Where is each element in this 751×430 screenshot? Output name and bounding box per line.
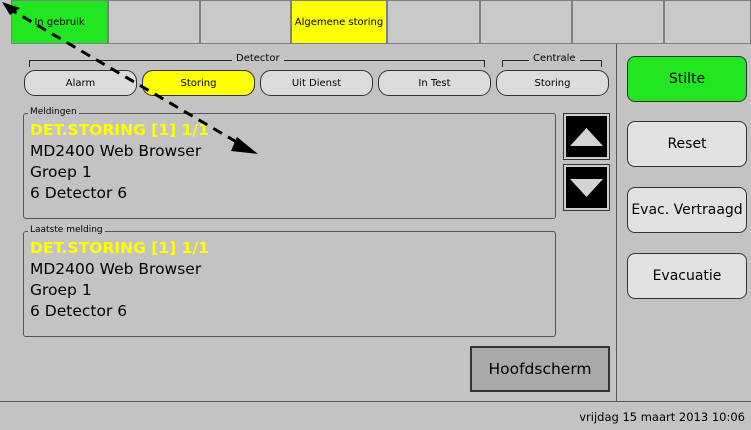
stilte-button[interactable]: Stilte <box>627 56 747 102</box>
evac-vertraagd-button[interactable]: Evac. Vertraagd <box>627 187 747 233</box>
right-column-divider <box>616 44 617 402</box>
evacuatie-button[interactable]: Evacuatie <box>627 253 747 299</box>
footer-divider <box>0 401 751 402</box>
hoofdscherm-button[interactable]: Hoofdscherm <box>470 346 610 392</box>
meldingen-line-2: MD2400 Web Browser <box>30 142 202 160</box>
scroll-up-button[interactable] <box>563 113 610 160</box>
filter-centrale-storing-button[interactable]: Storing <box>496 70 609 96</box>
meldingen-line-4: 6 Detector 6 <box>30 184 128 202</box>
meldingen-line-3: Groep 1 <box>30 163 92 181</box>
status-cell-6 <box>480 0 572 44</box>
laatste-melding-label: Laatste melding <box>28 224 105 236</box>
detector-group-bracket: Detector <box>29 53 485 67</box>
datetime-readout: vrijdag 15 maart 2013 10:06 <box>579 410 745 424</box>
status-cell-2 <box>108 0 200 44</box>
laatste-line-3: Groep 1 <box>30 281 92 299</box>
meldingen-label: Meldingen <box>28 106 79 118</box>
status-cell-7 <box>572 0 664 44</box>
laatste-melding-panel: Laatste melding DET.STORING [1] 1/1 MD24… <box>23 224 556 337</box>
laatste-line-4: 6 Detector 6 <box>30 302 128 320</box>
scroll-down-button[interactable] <box>563 164 610 211</box>
meldingen-line-1: DET.STORING [1] 1/1 <box>30 121 209 139</box>
reset-button[interactable]: Reset <box>627 121 747 167</box>
status-cell-3 <box>200 0 291 44</box>
filter-storing-button[interactable]: Storing <box>142 70 255 96</box>
meldingen-panel: Meldingen DET.STORING [1] 1/1 MD2400 Web… <box>23 106 556 219</box>
detector-group-label: Detector <box>232 53 284 65</box>
status-cell-5 <box>387 0 480 44</box>
centrale-group-bracket: Centrale <box>502 53 602 67</box>
laatste-line-1: DET.STORING [1] 1/1 <box>30 239 209 257</box>
filter-uit-dienst-button[interactable]: Uit Dienst <box>260 70 373 96</box>
laatste-line-2: MD2400 Web Browser <box>30 260 202 278</box>
status-cell-8 <box>664 0 751 44</box>
triangle-up-icon <box>566 116 607 157</box>
status-in-gebruik: In gebruik <box>11 0 108 44</box>
filter-alarm-button[interactable]: Alarm <box>24 70 137 96</box>
status-algemene-storing: Algemene storing <box>291 0 387 44</box>
centrale-group-label: Centrale <box>529 53 580 65</box>
filter-in-test-button[interactable]: In Test <box>378 70 491 96</box>
triangle-down-icon <box>566 167 607 208</box>
